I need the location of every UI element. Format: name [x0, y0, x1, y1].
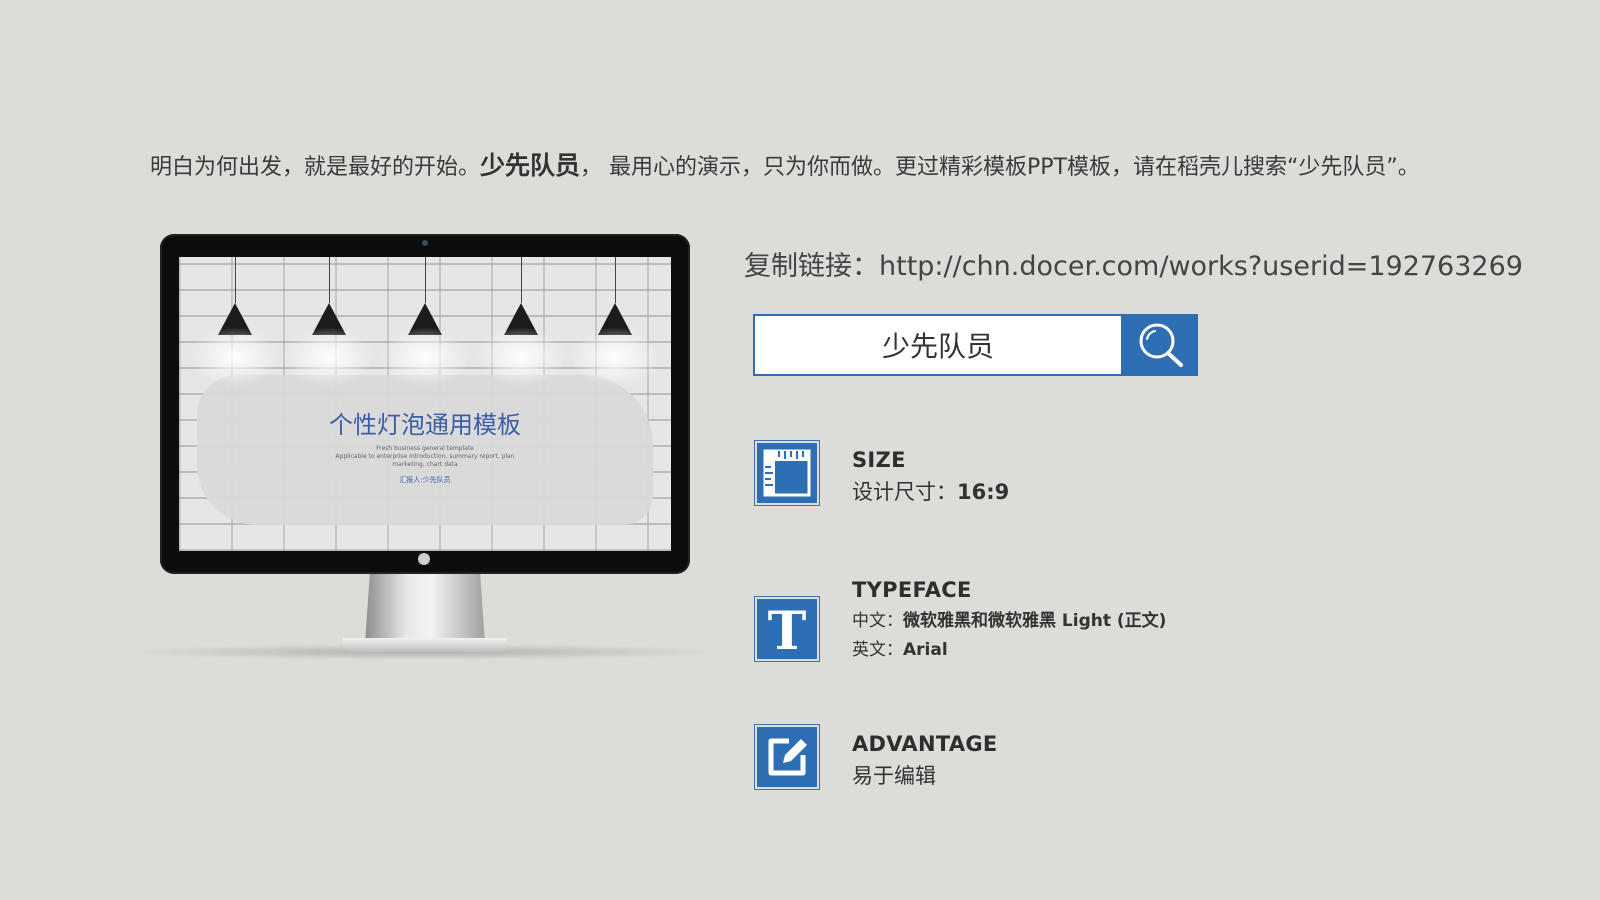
letter-t-icon: T: [757, 599, 817, 659]
copy-link-row: 复制链接：http://chn.docer.com/works?userid=1…: [744, 244, 1523, 283]
lamp-cord: [329, 257, 330, 303]
size-line: 设计尺寸：16:9: [852, 476, 1009, 506]
tagline: 明白为何出发，就是最好的开始。少先队员， 最用心的演示，只为你而做。更过精彩模板…: [150, 146, 1550, 182]
ruler-icon: [757, 443, 817, 503]
copy-link-label: 复制链接：: [744, 251, 879, 282]
screen-subtitle: Fresh business general template Applicab…: [179, 445, 671, 469]
typeface-en-label: 英文：: [852, 640, 903, 660]
camera-icon: [422, 240, 428, 246]
lamp-glow: [284, 327, 374, 387]
lamp-glow: [380, 327, 470, 387]
size-icon-frame: [754, 440, 820, 506]
typeface-cn-line: 中文：微软雅黑和微软雅黑 Light (正文): [852, 606, 1166, 631]
size-title: SIZE: [852, 448, 906, 472]
advantage-icon-frame: [754, 724, 820, 790]
advantage-text: ADVANTAGE 易于编辑: [852, 732, 998, 790]
search-button[interactable]: [1123, 314, 1198, 376]
monitor-stand-foot: [343, 638, 507, 652]
typeface-title: TYPEFACE: [852, 578, 972, 602]
monitor-screen: 个性灯泡通用模板 Fresh business general template…: [179, 257, 671, 551]
monitor-bezel: 个性灯泡通用模板 Fresh business general template…: [160, 234, 690, 574]
search-box: [753, 314, 1123, 376]
lamp-glow: [190, 327, 280, 387]
search-input[interactable]: [755, 316, 1121, 374]
lamp-glow: [476, 327, 566, 387]
lamp-glow: [570, 327, 660, 387]
monitor-mockup: 个性灯泡通用模板 Fresh business general template…: [120, 234, 730, 674]
screen-subtitle-line: Applicable to enterprise introduction, s…: [335, 453, 515, 460]
typeface-en-line: 英文：Arial: [852, 635, 1166, 660]
lamp-cord: [235, 257, 236, 303]
tagline-part1: 明白为何出发，就是最好的开始。: [150, 155, 481, 180]
lamp-cord: [425, 257, 426, 303]
search-icon: [1139, 323, 1183, 367]
size-value: 16:9: [957, 480, 1010, 504]
typeface-icon-frame: T: [754, 596, 820, 662]
typeface-en-value: Arial: [903, 640, 948, 660]
screen-title: 个性灯泡通用模板: [329, 411, 521, 439]
lamp-cord: [521, 257, 522, 303]
typeface-text: TYPEFACE 中文：微软雅黑和微软雅黑 Light (正文) 英文：Aria…: [852, 578, 1166, 660]
tagline-part2: ， 最用心的演示，只为你而做。更过精彩模板PPT模板，请在稻壳儿搜索“少先队员”…: [580, 155, 1420, 180]
typeface-cn-value: 微软雅黑和微软雅黑 Light (正文): [903, 611, 1167, 631]
advantage-value: 易于编辑: [852, 764, 936, 788]
size-text: SIZE 设计尺寸：16:9: [852, 448, 1009, 506]
edit-icon: [757, 727, 817, 787]
size-label: 设计尺寸：: [852, 480, 957, 504]
typeface-cn-label: 中文：: [852, 611, 903, 631]
lamp-cord: [615, 257, 616, 303]
screen-subtitle-line: marketing, chart data: [392, 461, 458, 468]
screen-reporter: 汇报人:少先队员: [399, 476, 451, 484]
tagline-bold: 少先队员: [480, 151, 581, 180]
copy-link-url[interactable]: http://chn.docer.com/works?userid=192763…: [879, 251, 1523, 282]
advantage-title: ADVANTAGE: [852, 732, 998, 756]
monitor-stand: [365, 574, 485, 644]
apple-logo-icon: [418, 553, 430, 565]
svg-text:T: T: [768, 601, 807, 657]
screen-subtitle-line: Fresh business general template: [376, 445, 474, 452]
